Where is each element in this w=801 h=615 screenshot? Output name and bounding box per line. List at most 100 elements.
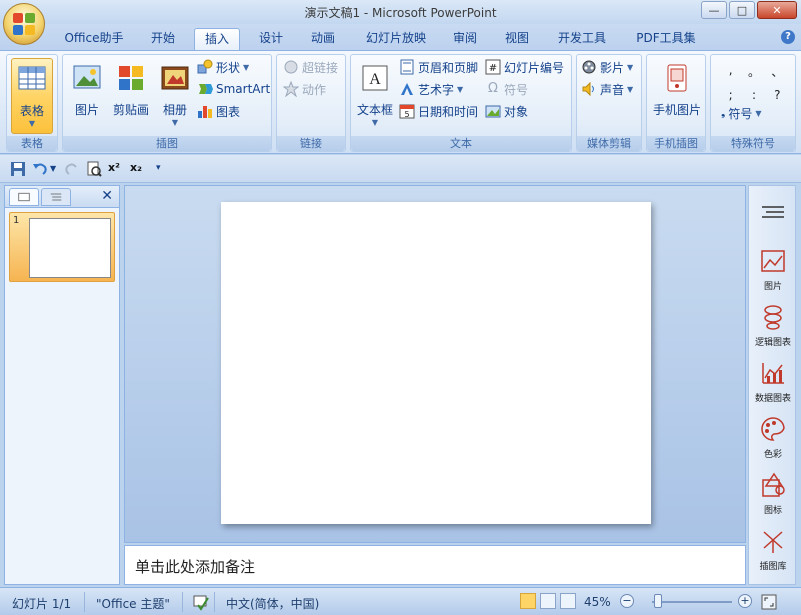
panel-data-chart-button[interactable]: 数据图表: [749, 360, 797, 404]
tab-pdf-tools[interactable]: PDF工具集: [624, 28, 708, 50]
print-preview-icon[interactable]: [86, 161, 102, 177]
window-controls: — □ ✕: [701, 1, 797, 19]
superscript-button[interactable]: x²: [108, 161, 120, 177]
title-bar: 演示文稿1 - Microsoft PowerPoint — □ ✕: [0, 0, 801, 24]
chevron-down-icon: ▼: [243, 62, 250, 72]
chevron-down-icon: ▼: [371, 118, 379, 127]
picture-label: 图片: [74, 103, 99, 117]
movie-button[interactable]: 影片 ▼: [581, 57, 633, 77]
symbol-period[interactable]: 。: [742, 63, 765, 80]
tab-insert[interactable]: 插入: [194, 28, 240, 50]
symbol-grid: , 。 、 ; : ?: [719, 63, 789, 102]
panel-picture-button[interactable]: 图片: [749, 248, 797, 292]
sound-button[interactable]: 声音 ▼: [581, 79, 633, 99]
status-language[interactable]: 中文(简体，中国): [226, 595, 319, 612]
clipart-icon: [119, 66, 143, 90]
svg-text:#: #: [489, 63, 497, 74]
tab-animation[interactable]: 动画: [300, 28, 346, 50]
panel-menu-button[interactable]: [749, 204, 797, 223]
datetime-label: 日期和时间: [418, 104, 479, 119]
slide-number-button[interactable]: # 幻灯片编号: [485, 57, 564, 77]
hyperlink-button[interactable]: 超链接: [283, 57, 338, 77]
header-footer-button[interactable]: 页眉和页脚: [399, 57, 478, 77]
wordart-icon: [401, 83, 413, 95]
shapes-icon: [197, 59, 213, 74]
hyperlink-label: 超链接: [302, 60, 339, 75]
close-icon[interactable]: ✕: [101, 188, 113, 204]
symbol-colon[interactable]: :: [742, 88, 765, 102]
panel-picture-label: 图片: [763, 282, 782, 292]
save-icon[interactable]: [10, 161, 26, 177]
panel-logic-chart-button[interactable]: 逻辑图表: [749, 304, 797, 348]
datetime-button[interactable]: 5 日期和时间: [399, 101, 478, 121]
notes-pane[interactable]: 单击此处添加备注: [124, 545, 746, 585]
customize-qat-icon[interactable]: ▾: [156, 163, 161, 179]
zoom-out-button[interactable]: −: [620, 594, 634, 608]
close-button[interactable]: ✕: [757, 1, 797, 19]
undo-icon[interactable]: [32, 161, 48, 177]
shapes-button[interactable]: 形状 ▼: [197, 57, 249, 77]
fit-to-window-icon[interactable]: [760, 593, 778, 611]
minimize-button[interactable]: —: [701, 1, 727, 19]
pane-tabs: ✕: [5, 186, 119, 208]
tab-slideshow[interactable]: 幻灯片放映: [356, 28, 436, 50]
tab-view[interactable]: 视图: [496, 28, 538, 50]
subscript-button[interactable]: x₂: [130, 161, 142, 177]
status-theme[interactable]: "Office 主题": [96, 595, 170, 612]
tab-developer[interactable]: 开发工具: [548, 28, 616, 50]
tab-home[interactable]: 开始: [140, 28, 186, 50]
picture-button[interactable]: 图片: [67, 58, 107, 134]
chevron-down-icon[interactable]: ▼: [50, 164, 56, 180]
tab-office-assistant[interactable]: Office助手: [56, 28, 132, 50]
symbol-button[interactable]: Ω 符号: [485, 79, 528, 99]
textbox-button[interactable]: A 文本框 ▼: [353, 58, 397, 134]
tab-review[interactable]: 审阅: [444, 28, 486, 50]
panel-icon-button[interactable]: 图标: [749, 472, 797, 516]
action-label: 动作: [302, 82, 327, 97]
smartart-button[interactable]: SmartArt: [197, 79, 270, 99]
slideshow-view-button[interactable]: [560, 593, 576, 609]
action-star-icon: [283, 81, 299, 97]
zoom-slider-thumb[interactable]: [654, 594, 662, 608]
object-label: 对象: [504, 104, 529, 119]
group-label-phone: 手机插图: [647, 136, 705, 151]
chart-button[interactable]: 图表: [197, 101, 240, 121]
panel-illustration-lib-button[interactable]: 插图库: [749, 528, 797, 572]
symbol-comma[interactable]: ,: [719, 63, 742, 80]
slide-canvas[interactable]: [221, 202, 651, 524]
slide-sorter-view-button[interactable]: [540, 593, 556, 609]
office-button[interactable]: [3, 3, 45, 45]
phone-picture-button[interactable]: 手机图片: [649, 58, 705, 134]
spellcheck-icon[interactable]: [192, 593, 210, 611]
symbol-glyph-icon: ❟: [721, 106, 726, 119]
zoom-in-button[interactable]: +: [738, 594, 752, 608]
zoom-level[interactable]: 45%: [584, 595, 611, 609]
chevron-down-icon: ▼: [627, 84, 634, 94]
panel-icon-label: 图标: [763, 506, 782, 516]
symbol-semicolon[interactable]: ;: [719, 88, 742, 102]
restore-button[interactable]: □: [729, 1, 755, 19]
header-footer-label: 页眉和页脚: [418, 60, 479, 75]
redo-icon[interactable]: [64, 161, 80, 177]
table-button[interactable]: 表格 ▼: [11, 58, 53, 134]
clipart-button[interactable]: 剪贴画: [109, 58, 153, 134]
zoom-slider-track[interactable]: [652, 601, 732, 603]
action-button[interactable]: 动作: [283, 79, 326, 99]
symbols-button[interactable]: ❟ 符号 ▼: [721, 103, 761, 123]
tab-slides[interactable]: [9, 188, 39, 206]
slide-thumbnail-selected[interactable]: 1: [9, 212, 115, 282]
chevron-down-icon: ▼: [755, 108, 762, 118]
object-button[interactable]: 对象: [485, 101, 528, 121]
album-button[interactable]: 相册 ▼: [155, 58, 195, 134]
status-divider: [84, 592, 85, 612]
tab-design[interactable]: 设计: [248, 28, 294, 50]
symbol-question[interactable]: ?: [766, 88, 789, 102]
wordart-button[interactable]: 艺术字 ▼: [399, 79, 463, 99]
chart-label: 图表: [216, 104, 241, 119]
group-label-special: 特殊符号: [711, 136, 795, 151]
normal-view-button[interactable]: [520, 593, 536, 609]
help-icon[interactable]: ?: [781, 30, 795, 44]
panel-color-button[interactable]: 色彩: [749, 416, 797, 460]
symbol-enum-comma[interactable]: 、: [766, 63, 789, 80]
tab-outline[interactable]: [41, 188, 71, 206]
